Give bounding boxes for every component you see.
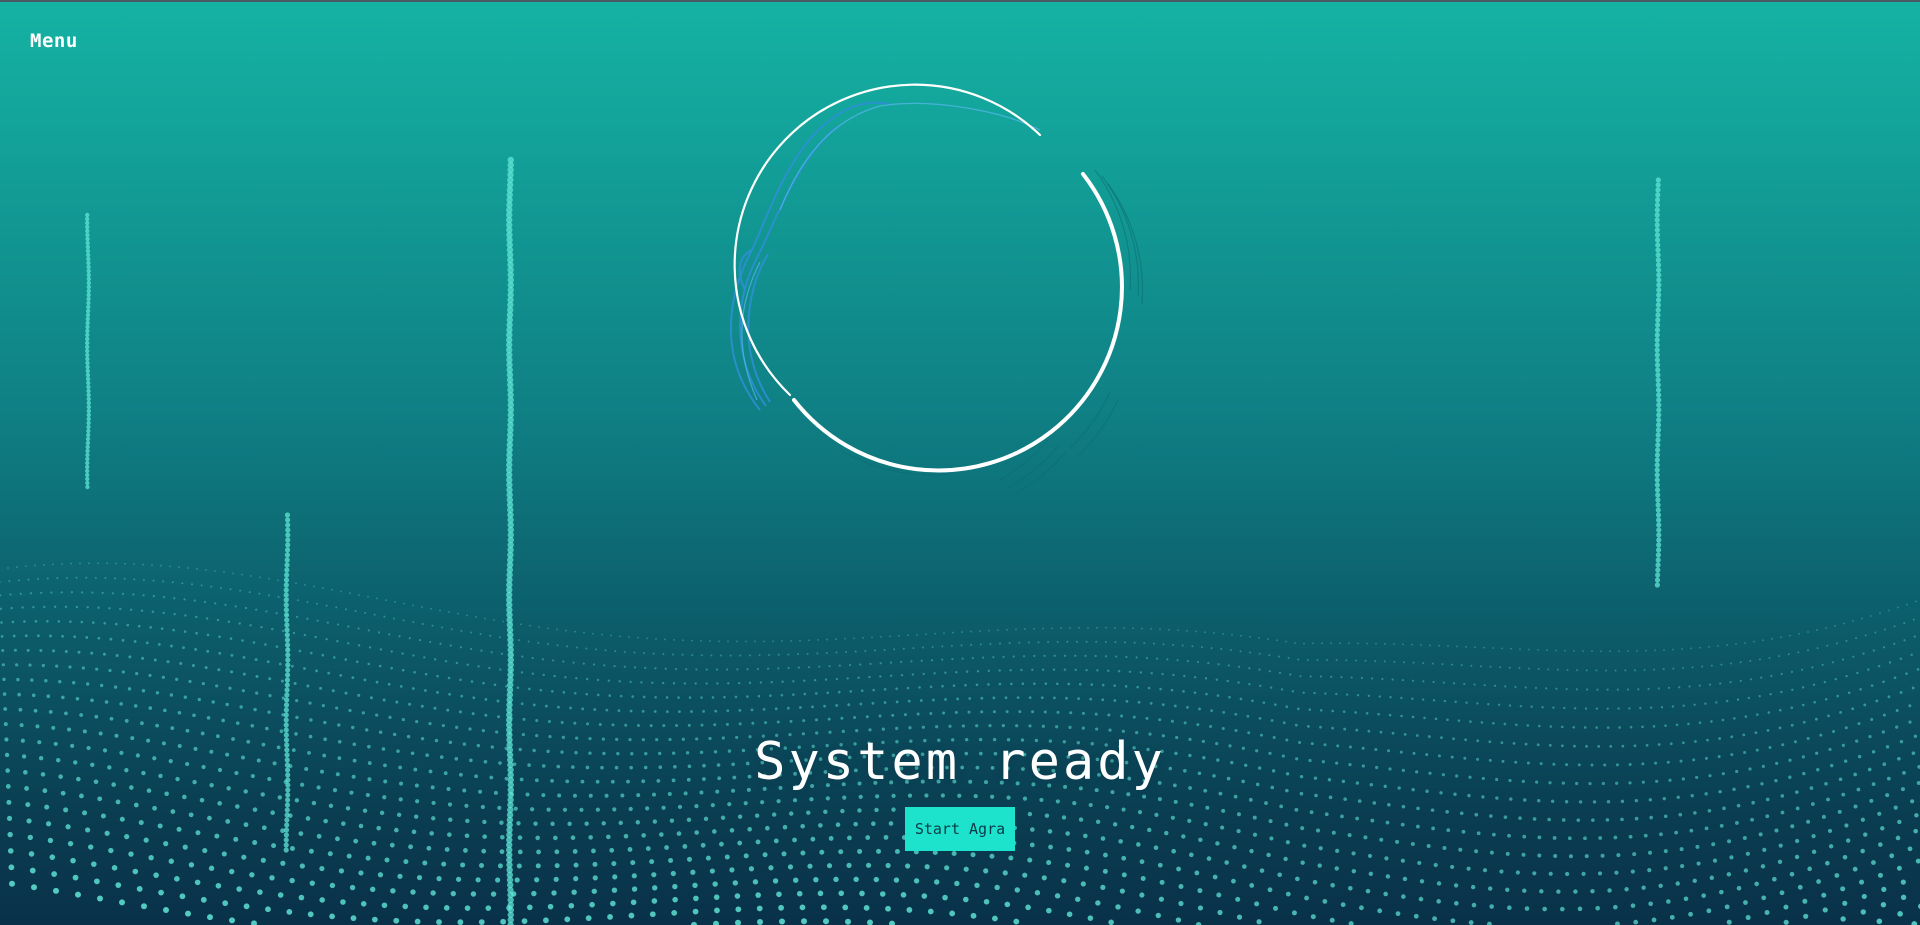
ring-animation-icon: [729, 83, 1144, 495]
start-button[interactable]: Start Agra: [905, 807, 1015, 851]
hero-headline: System ready: [754, 732, 1166, 792]
menu-button[interactable]: Menu: [30, 30, 78, 52]
particle-columns: [85, 156, 1662, 925]
